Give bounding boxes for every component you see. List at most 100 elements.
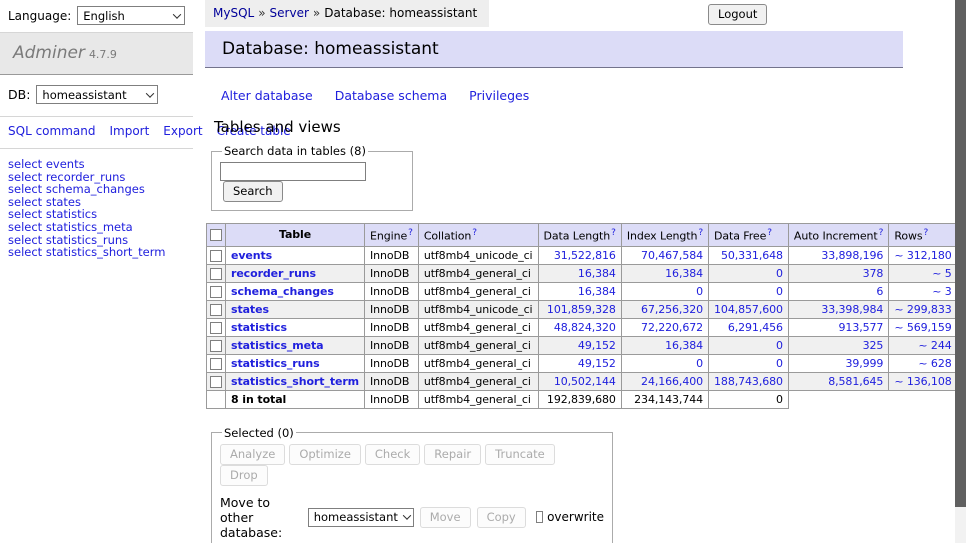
help-icon[interactable]: ?	[879, 228, 884, 238]
data-free-cell[interactable]: 188,743,680	[709, 372, 789, 390]
rows-cell[interactable]: ~ 136,108	[889, 372, 957, 390]
copy-button[interactable]: Copy	[477, 507, 526, 528]
auto-increment-cell[interactable]: 33,898,196	[788, 246, 888, 264]
index-length-cell[interactable]: 0	[621, 354, 708, 372]
data-free-cell[interactable]: 0	[709, 354, 789, 372]
sidebar-select-statistics-meta[interactable]: select statistics_meta	[8, 221, 185, 234]
rows-cell[interactable]: ~ 244	[889, 336, 957, 354]
rows-cell[interactable]: ~ 299,833	[889, 300, 957, 318]
data-free-cell[interactable]: 6,291,456	[709, 318, 789, 336]
rows-cell[interactable]: ~ 569,159	[889, 318, 957, 336]
rows-cell[interactable]: ~ 3	[889, 282, 957, 300]
row-checkbox[interactable]	[210, 322, 222, 334]
logout-button[interactable]: Logout	[708, 4, 767, 25]
sidebar-import-link[interactable]: Import	[109, 124, 149, 138]
breadcrumb-mysql-link[interactable]: MySQL	[213, 6, 254, 20]
db-select-value: homeassistant	[42, 88, 126, 102]
table-row: schema_changesInnoDButf8mb4_general_ci16…	[207, 282, 966, 300]
table-link-statistics[interactable]: statistics	[231, 321, 287, 334]
table-name-cell: statistics	[226, 318, 365, 336]
help-icon[interactable]: ?	[924, 228, 929, 238]
chevron-down-icon	[173, 10, 181, 18]
sidebar-export-link[interactable]: Export	[163, 124, 202, 138]
auto-increment-cell[interactable]: 378	[788, 264, 888, 282]
breadcrumb-server-link[interactable]: Server	[270, 6, 309, 20]
database-schema-link[interactable]: Database schema	[335, 88, 447, 103]
overwrite-checkbox[interactable]	[536, 511, 543, 523]
data-free-cell[interactable]: 104,857,600	[709, 300, 789, 318]
row-checkbox[interactable]	[210, 250, 222, 262]
table-row: statistics_runsInnoDButf8mb4_general_ci4…	[207, 354, 966, 372]
sidebar-select-events[interactable]: select events	[8, 158, 185, 171]
alter-database-link[interactable]: Alter database	[221, 88, 313, 103]
data-length-cell[interactable]: 31,522,816	[538, 246, 621, 264]
analyze-button[interactable]: Analyze	[220, 444, 285, 465]
data-length-cell[interactable]: 49,152	[538, 336, 621, 354]
row-checkbox[interactable]	[210, 340, 222, 352]
index-length-cell[interactable]: 24,166,400	[621, 372, 708, 390]
optimize-button[interactable]: Optimize	[289, 444, 361, 465]
table-link-states[interactable]: states	[231, 303, 269, 316]
sidebar-sql-command-link[interactable]: SQL command	[8, 124, 95, 138]
index-length-cell[interactable]: 67,256,320	[621, 300, 708, 318]
rows-cell[interactable]: ~ 5	[889, 264, 957, 282]
row-checkbox[interactable]	[210, 358, 222, 370]
help-icon[interactable]: ?	[408, 228, 413, 238]
help-icon[interactable]: ?	[698, 228, 703, 238]
move-button[interactable]: Move	[420, 507, 471, 528]
data-free-cell[interactable]: 0	[709, 282, 789, 300]
table-link-statistics-short-term[interactable]: statistics_short_term	[231, 375, 359, 388]
auto-increment-cell[interactable]: 913,577	[788, 318, 888, 336]
scrollbar-track[interactable]	[955, 0, 966, 543]
table-link-recorder-runs[interactable]: recorder_runs	[231, 267, 316, 280]
truncate-button[interactable]: Truncate	[485, 444, 555, 465]
db-select[interactable]: homeassistant	[36, 85, 158, 104]
index-length-cell[interactable]: 70,467,584	[621, 246, 708, 264]
search-input[interactable]	[220, 162, 366, 181]
data-length-cell[interactable]: 10,502,144	[538, 372, 621, 390]
data-free-cell[interactable]: 0	[709, 336, 789, 354]
auto-increment-cell[interactable]: 325	[788, 336, 888, 354]
language-select[interactable]: English	[77, 6, 185, 25]
help-icon[interactable]: ?	[611, 228, 616, 238]
help-icon[interactable]: ?	[472, 228, 477, 238]
rows-cell[interactable]: ~ 628	[889, 354, 957, 372]
table-link-statistics-meta[interactable]: statistics_meta	[231, 339, 324, 352]
move-db-select[interactable]: homeassistant	[308, 508, 414, 527]
data-free-cell[interactable]: 50,331,648	[709, 246, 789, 264]
privileges-link[interactable]: Privileges	[469, 88, 529, 103]
search-button[interactable]: Search	[223, 181, 283, 202]
index-length-cell[interactable]: 16,384	[621, 264, 708, 282]
data-length-cell[interactable]: 16,384	[538, 264, 621, 282]
rows-cell[interactable]: ~ 312,180	[889, 246, 957, 264]
index-length-cell[interactable]: 16,384	[621, 336, 708, 354]
auto-increment-cell[interactable]: 8,581,645	[788, 372, 888, 390]
auto-increment-cell[interactable]: 39,999	[788, 354, 888, 372]
auto-increment-cell[interactable]: 33,398,984	[788, 300, 888, 318]
sidebar-select-statistics-short-term[interactable]: select statistics_short_term	[8, 246, 185, 259]
row-checkbox[interactable]	[210, 286, 222, 298]
scrollbar-thumb[interactable]	[955, 0, 966, 507]
help-icon[interactable]: ?	[767, 228, 772, 238]
index-length-cell[interactable]: 72,220,672	[621, 318, 708, 336]
index-length-cell[interactable]: 0	[621, 282, 708, 300]
data-free-cell[interactable]: 0	[709, 264, 789, 282]
data-length-cell[interactable]: 49,152	[538, 354, 621, 372]
auto-increment-cell[interactable]: 6	[788, 282, 888, 300]
check-button[interactable]: Check	[365, 444, 420, 465]
app-name[interactable]: Adminer	[13, 43, 85, 63]
table-link-schema-changes[interactable]: schema_changes	[231, 285, 334, 298]
select-all-checkbox[interactable]	[210, 229, 222, 241]
data-length-cell[interactable]: 101,859,328	[538, 300, 621, 318]
row-checkbox[interactable]	[210, 304, 222, 316]
data-length-cell[interactable]: 16,384	[538, 282, 621, 300]
row-checkbox[interactable]	[210, 376, 222, 388]
row-checkbox[interactable]	[210, 268, 222, 280]
app-version: 4.7.9	[89, 48, 117, 61]
repair-button[interactable]: Repair	[424, 444, 481, 465]
sidebar-select-schema-changes[interactable]: select schema_changes	[8, 183, 185, 196]
table-link-events[interactable]: events	[231, 249, 272, 262]
data-length-cell[interactable]: 48,824,320	[538, 318, 621, 336]
drop-button[interactable]: Drop	[220, 465, 268, 486]
table-link-statistics-runs[interactable]: statistics_runs	[231, 357, 320, 370]
